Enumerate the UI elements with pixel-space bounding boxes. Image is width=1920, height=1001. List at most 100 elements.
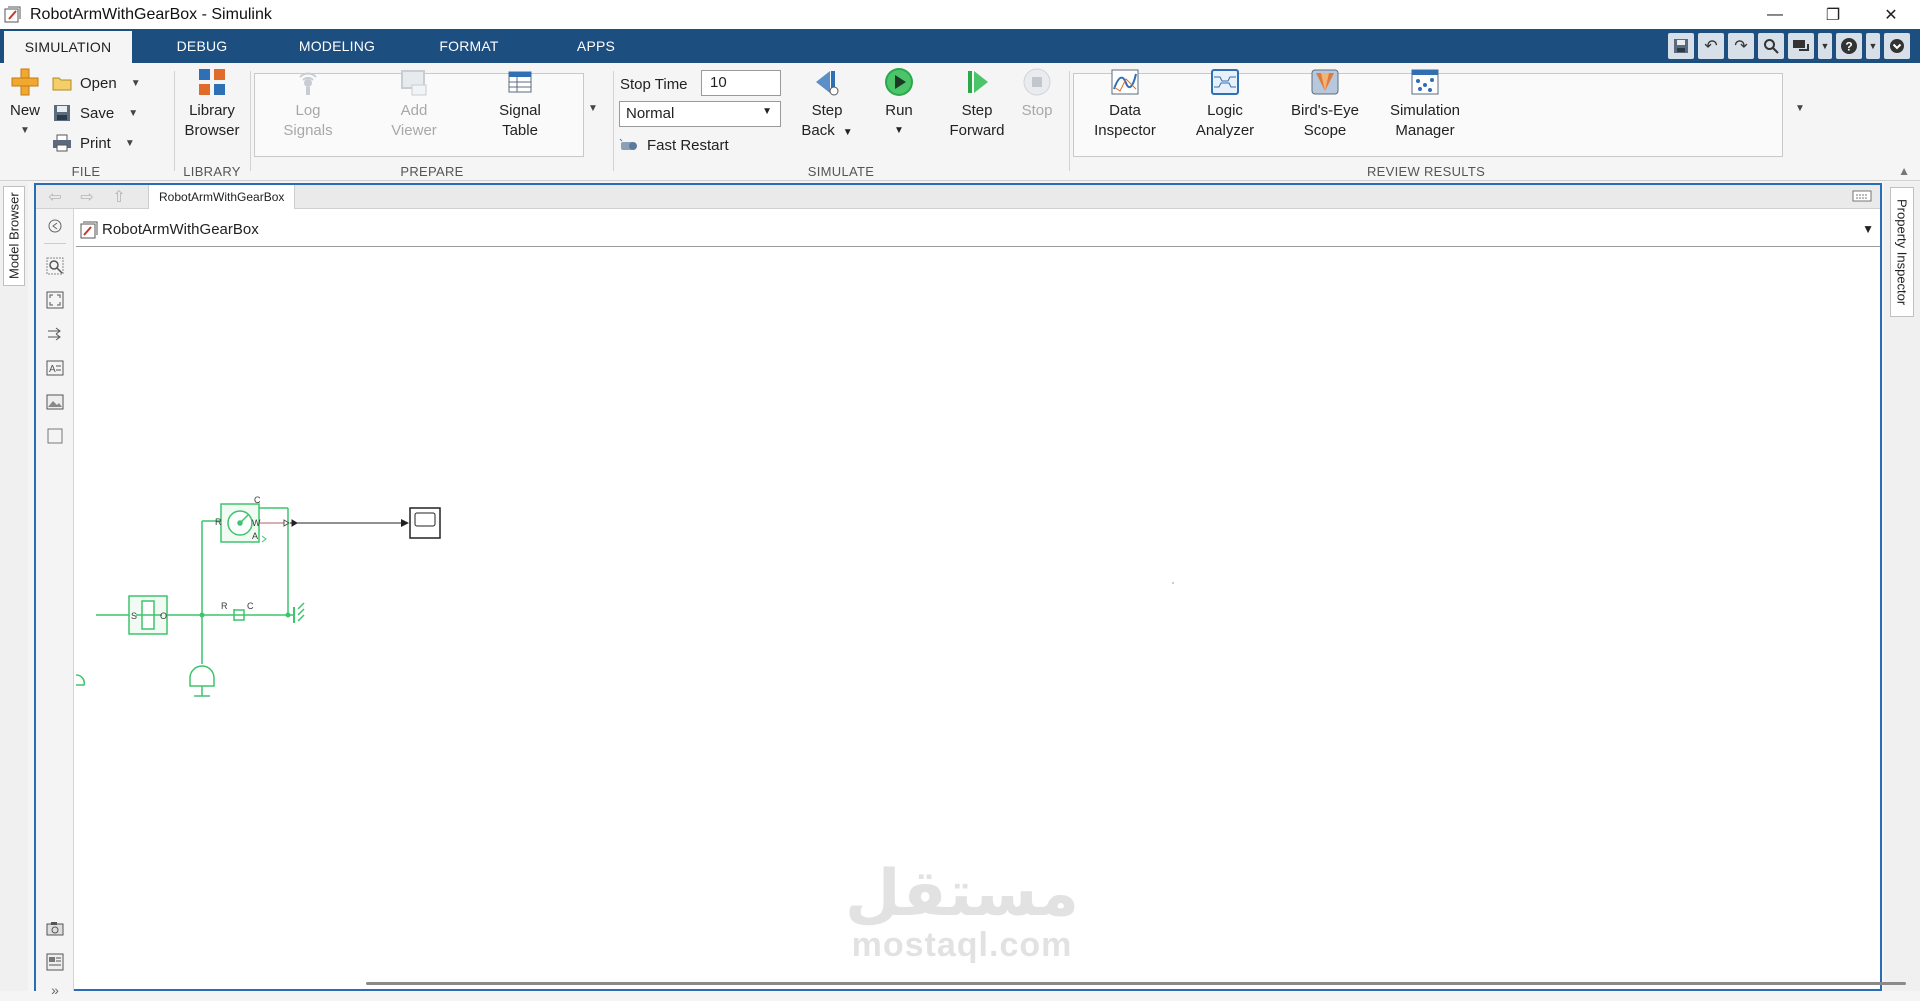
minimize-button[interactable]: —: [1746, 0, 1804, 29]
simulation-manager-icon: [1410, 67, 1440, 97]
review-group-label: REVIEW RESULTS: [1366, 164, 1486, 179]
tab-debug[interactable]: DEBUG: [132, 29, 272, 63]
library-browser-button[interactable]: Library Browser: [180, 67, 244, 141]
new-label: New: [9, 102, 40, 119]
group-divider: [250, 71, 251, 171]
log-signals-label-2: Signals: [283, 122, 333, 139]
chevron-down-icon: ▼: [762, 106, 772, 117]
simulink-app-icon: [4, 5, 24, 25]
area-icon[interactable]: [44, 425, 66, 447]
review-gallery-expand-icon[interactable]: ▼: [1795, 103, 1805, 114]
ribbon-collapse-icon[interactable]: [1884, 33, 1910, 59]
logic-analyzer-icon: [1210, 67, 1240, 97]
logic-analyzer-label-2: Analyzer: [1195, 122, 1255, 139]
undo-icon[interactable]: ↶: [1698, 33, 1724, 59]
model-tab[interactable]: RobotArmWithGearBox: [148, 185, 296, 209]
chevron-down-icon[interactable]: ▼: [1818, 33, 1832, 59]
library-browser-label-1: Library: [189, 102, 235, 119]
data-inspector-button[interactable]: Data Inspector: [1083, 67, 1167, 141]
title-bar: RobotArmWithGearBox - Simulink — ❐ ✕: [0, 0, 1920, 29]
simulation-manager-button[interactable]: Simulation Manager: [1383, 67, 1467, 141]
chevron-down-icon[interactable]: ▼: [1866, 33, 1880, 59]
arrow-direction-icon[interactable]: [44, 323, 66, 345]
search-icon[interactable]: [1758, 33, 1784, 59]
add-viewer-button[interactable]: Add Viewer: [382, 67, 446, 141]
save-icon[interactable]: [1668, 33, 1694, 59]
image-icon[interactable]: [44, 391, 66, 413]
watermark: مستقل mostaql.com: [842, 860, 1082, 962]
step-back-label-1: Step: [811, 102, 843, 119]
source-port-o: O: [160, 611, 167, 621]
horizontal-scrollbar[interactable]: [366, 982, 1906, 985]
chevron-down-icon[interactable]: ▼: [1862, 222, 1874, 236]
simulate-group: Stop Time 10 Normal ▼ Fast Restart Step …: [615, 63, 1067, 181]
ribbon-pin-icon[interactable]: ▲: [1898, 164, 1910, 178]
signal-table-button[interactable]: Signal Table: [488, 67, 552, 141]
group-divider: [174, 71, 175, 171]
new-button[interactable]: New ▼: [6, 67, 44, 141]
simulation-manager-label-2: Manager: [1395, 122, 1455, 139]
step-back-button[interactable]: Step Back ▼: [795, 67, 859, 143]
fast-restart-icon: [619, 136, 639, 154]
source-port-s: S: [131, 611, 137, 621]
stop-time-input[interactable]: 10: [701, 70, 781, 96]
step-forward-label-2: Forward: [949, 122, 1005, 139]
stop-button[interactable]: Stop: [1015, 67, 1059, 121]
step-forward-label-1: Step: [961, 102, 993, 119]
log-signals-button[interactable]: Log Signals: [276, 67, 340, 141]
keyboard-icon[interactable]: [1852, 189, 1872, 207]
fast-restart-toggle[interactable]: Fast Restart: [619, 133, 729, 157]
hide-explorer-icon[interactable]: [44, 215, 66, 237]
sensor-port-r: R: [215, 517, 222, 527]
tab-modeling[interactable]: MODELING: [272, 29, 402, 63]
tab-apps[interactable]: APPS: [536, 29, 656, 63]
annotation-icon[interactable]: A: [44, 357, 66, 379]
community-icon[interactable]: [1788, 33, 1814, 59]
tab-simulation[interactable]: SIMULATION: [4, 29, 132, 63]
tab-format[interactable]: FORMAT: [402, 29, 536, 63]
redo-icon[interactable]: ↷: [1728, 33, 1754, 59]
zoom-icon[interactable]: [44, 255, 66, 277]
address-model-name[interactable]: RobotArmWithGearBox: [102, 221, 259, 238]
add-viewer-label-2: Viewer: [391, 122, 437, 139]
sensor-port-c: C: [254, 495, 261, 505]
prepare-gallery-expand-icon[interactable]: ▼: [588, 103, 598, 114]
logic-analyzer-button[interactable]: Logic Analyzer: [1183, 67, 1267, 141]
right-dock: Property Inspector: [1884, 182, 1920, 991]
step-back-label-2: Back ▼: [801, 122, 853, 139]
restore-button[interactable]: ❐: [1804, 0, 1862, 29]
simulation-manager-label-1: Simulation: [1389, 102, 1461, 119]
chevron-down-icon: ▼: [894, 125, 904, 136]
camera-icon[interactable]: [44, 917, 66, 939]
print-button[interactable]: Print ▼: [52, 131, 135, 155]
fit-to-view-icon[interactable]: [44, 289, 66, 311]
close-button[interactable]: ✕: [1862, 0, 1920, 29]
up-arrow-icon[interactable]: ⇧: [108, 187, 130, 207]
property-inspector-tab[interactable]: Property Inspector: [1890, 187, 1914, 317]
window-title: RobotArmWithGearBox - Simulink: [30, 5, 272, 23]
open-button[interactable]: Open ▼: [52, 71, 141, 95]
birds-eye-scope-button[interactable]: Bird's-Eye Scope: [1283, 67, 1367, 141]
run-icon: [884, 67, 914, 97]
chevron-down-icon: ▼: [124, 137, 135, 149]
simulate-group-label: SIMULATE: [807, 164, 875, 179]
svg-text:?: ?: [1845, 40, 1852, 54]
step-forward-button[interactable]: Step Forward: [941, 67, 1013, 141]
save-button[interactable]: Save ▼: [52, 101, 138, 125]
model-browser-tab[interactable]: Model Browser: [3, 186, 25, 286]
back-arrow-icon[interactable]: ⇦: [44, 187, 66, 207]
editor-palette: A »: [36, 209, 74, 998]
simulation-mode-select[interactable]: Normal ▼: [619, 101, 781, 127]
folder-icon: [52, 74, 72, 92]
model-info-icon[interactable]: [44, 951, 66, 973]
quick-access-toolbar: ↶ ↷ ▼ ? ▼: [1668, 32, 1910, 60]
forward-arrow-icon[interactable]: ⇨: [76, 187, 98, 207]
printer-icon: [52, 134, 72, 152]
help-icon[interactable]: ?: [1836, 33, 1862, 59]
expand-palette-icon[interactable]: »: [44, 979, 66, 1001]
fast-restart-label: Fast Restart: [647, 136, 729, 154]
run-button[interactable]: Run ▼: [871, 67, 927, 141]
stop-icon: [1022, 67, 1052, 97]
data-inspector-label-2: Inspector: [1094, 122, 1156, 139]
review-results-group: Data Inspector Logic Analyzer Bird's-Eye…: [1071, 63, 1889, 181]
